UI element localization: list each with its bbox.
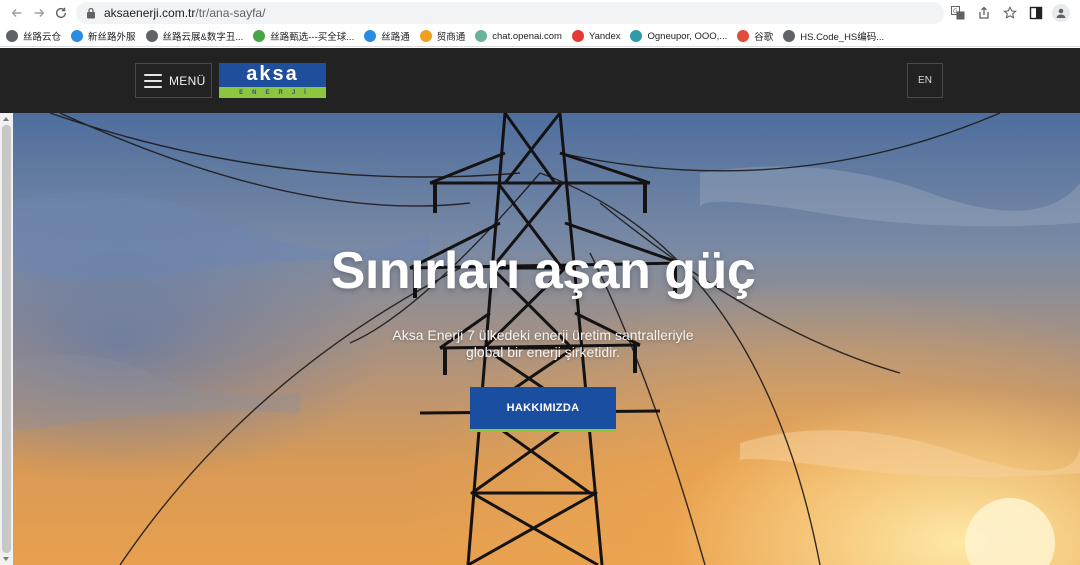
toolbar-actions: G [948, 3, 1070, 23]
address-bar[interactable]: aksaenerji.com.tr/tr/ana-sayfa/ [76, 2, 944, 24]
g-icon [737, 30, 750, 42]
hero-subtitle: Aksa Enerji 7 ülkedeki enerji üretim san… [0, 327, 1080, 361]
bookmark-label: 丝路通 [381, 32, 410, 43]
bookmark-label: 丝路甄选---买全球... [270, 32, 355, 43]
url-path: /tr/ana-sayfa/ [195, 6, 266, 20]
silk-road-icon [364, 30, 377, 42]
logo-word: aksa [246, 63, 299, 85]
lock-icon [85, 7, 97, 19]
back-button[interactable] [6, 2, 28, 24]
globe-icon [145, 30, 158, 42]
bookmark-label: chat.openai.com [492, 30, 562, 42]
bookmark-item[interactable]: 贸商通 [419, 27, 466, 45]
bookmark-item[interactable]: HS.Code_HS编码... [783, 27, 884, 45]
hero-subtitle-line1: Aksa Enerji 7 ülkedeki enerji üretim san… [392, 327, 694, 343]
translate-icon[interactable]: G [948, 3, 968, 23]
leaf-icon [253, 30, 266, 42]
bookmark-star-icon[interactable] [1000, 3, 1020, 23]
browser-toolbar: aksaenerji.com.tr/tr/ana-sayfa/ G [0, 0, 1080, 26]
url-host: aksaenerji.com.tr [104, 6, 196, 20]
search-icon [419, 30, 432, 42]
hero-banner: Sınırları aşan güç Aksa Enerji 7 ülkedek… [0, 113, 1080, 565]
bookmark-label: Ogneupor, ООО,... [647, 30, 728, 42]
bookmark-label: Yandex [588, 30, 621, 42]
bookmark-label: 新丝路外服 [88, 32, 136, 43]
scroll-up-arrow-icon[interactable] [3, 117, 9, 121]
logo-sub: ENERJİ [239, 89, 315, 96]
reload-icon [55, 7, 67, 19]
forward-arrow-icon [34, 9, 45, 17]
bird-icon [630, 30, 643, 42]
hamburger-icon [144, 73, 162, 88]
bookmark-item[interactable]: 新丝路外服 [71, 27, 136, 45]
scroll-down-arrow-icon[interactable] [3, 557, 9, 561]
side-panel-icon[interactable] [1026, 3, 1046, 23]
back-arrow-icon [11, 9, 22, 17]
site-header: MENÜ aksa ENERJİ EN [0, 48, 1080, 113]
reload-button[interactable] [50, 2, 72, 24]
bookmark-item[interactable]: Ogneupor, ООО,... [630, 27, 727, 45]
bookmark-label: 丝路云展&数字丑... [162, 32, 244, 43]
hero-subtitle-line2: global bir enerji şirketidir. [465, 344, 621, 360]
scrollbar-thumb[interactable] [2, 125, 11, 553]
hero-title: Sınırları aşan güç [330, 242, 756, 300]
aksa-logo[interactable]: aksa ENERJİ [219, 63, 326, 98]
bookmark-label: 贸商通 [436, 32, 466, 43]
bookmark-label: 丝路云仓 [23, 32, 62, 43]
silk-road-icon [71, 30, 84, 42]
bookmark-item[interactable]: 丝路甄选---买全球... [253, 27, 354, 45]
menu-label: MENÜ [169, 73, 206, 88]
bookmark-item[interactable]: 丝路云仓 [6, 27, 61, 45]
bookmark-item[interactable]: 谷歌 [737, 27, 773, 45]
bookmark-label: 谷歌 [754, 32, 774, 43]
page-scrollbar[interactable] [0, 113, 13, 565]
openai-icon [475, 30, 488, 42]
bookmarks-bar: 丝路云仓 新丝路外服 丝路云展&数字丑... 丝路甄选---买全球... 丝路通 贸商通 c… [0, 26, 1080, 47]
language-switch-button[interactable]: EN [907, 63, 943, 98]
globe-icon [6, 30, 18, 42]
bookmark-item[interactable]: 丝路通 [364, 27, 410, 45]
bookmark-item[interactable]: 丝路云展&数字丑... [145, 27, 244, 45]
profile-avatar-icon[interactable] [1052, 4, 1070, 22]
globe-icon [783, 30, 796, 42]
url-text: aksaenerji.com.tr/tr/ana-sayfa/ [104, 6, 265, 20]
about-us-button[interactable]: HAKKIMIZDA [470, 387, 616, 432]
bookmark-item[interactable]: Yandex [571, 27, 621, 45]
bookmark-item[interactable]: chat.openai.com [475, 27, 562, 45]
share-icon[interactable] [974, 3, 994, 23]
yandex-icon [571, 30, 584, 42]
svg-text:G: G [953, 8, 958, 15]
menu-button[interactable]: MENÜ [135, 63, 212, 98]
forward-button[interactable] [28, 2, 50, 24]
bookmark-label: HS.Code_HS编码... [800, 32, 885, 43]
